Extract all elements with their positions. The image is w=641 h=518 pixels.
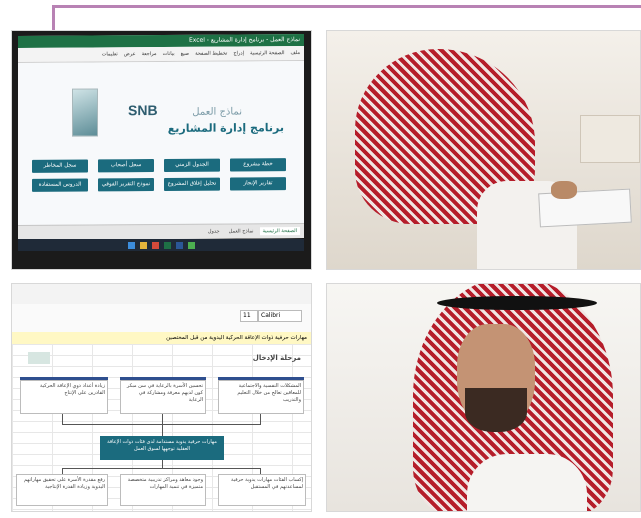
sheet-tab-active[interactable]: الصفحة الرئيسية: [259, 227, 300, 236]
sheet-area: SNB نماذج العمل برنامج إدارة المشاريع خط…: [18, 61, 304, 226]
excel-titlebar: نماذج العمل - برنامج إدارة المشاريع - Ex…: [18, 34, 304, 48]
template-button[interactable]: سجل المخاطر: [32, 159, 88, 173]
sheet-tab[interactable]: نماذج العمل: [226, 227, 257, 235]
font-name-box[interactable]: Calibri: [258, 310, 302, 322]
ribbon-tab[interactable]: تعليمات: [102, 51, 118, 57]
frame-line-left: [52, 5, 55, 31]
diagram-box-top[interactable]: زيادة أعداد ذوي الإعاقة الحركية القادرين…: [20, 380, 108, 414]
taskbar-app-icon[interactable]: [127, 241, 135, 249]
beard: [465, 388, 527, 432]
connector-line: [62, 468, 261, 469]
connector-line: [162, 460, 163, 468]
thobe: [467, 454, 587, 511]
ribbon-tab[interactable]: تخطيط الصفحة: [195, 51, 227, 57]
diagram-box-header: [20, 377, 108, 380]
taskbar-app-icon[interactable]: [187, 241, 195, 249]
ribbon-tab[interactable]: عرض: [124, 51, 136, 57]
excel-toolbar: Calibri 11: [12, 304, 311, 333]
ribbon-tab[interactable]: إدراج: [233, 50, 244, 56]
hand: [551, 181, 577, 199]
excel-ribbon-top: [12, 284, 311, 305]
excel-diagram-screenshot: Calibri 11 مهارات حرفية ذوات الإعاقة الح…: [11, 283, 312, 512]
diagram-box-top[interactable]: تحسين الأسرة بالرعاية في سن مبكر كون لدي…: [120, 380, 206, 414]
diagram-box-bottom[interactable]: رفع مقدرة الأسرة على تحقيق مهاراتهم اليد…: [16, 474, 108, 506]
template-button[interactable]: تحليل إغلاق المشروع: [164, 177, 220, 191]
taskbar-app-icon[interactable]: [163, 241, 171, 249]
sheet-tab[interactable]: جدول: [205, 228, 223, 236]
photo-man-writing: [326, 30, 641, 270]
brand-logo: SNB: [128, 102, 158, 119]
taskbar-app-icon[interactable]: [175, 241, 183, 249]
windows-taskbar: [18, 239, 304, 251]
section-title: مرحلة الإدخال: [252, 354, 301, 362]
diagram-box-top[interactable]: المشكلات النفسية والاجتماعية للمعاقين تع…: [218, 380, 304, 414]
diagram-center-box[interactable]: مهارات حرفية يدوية مستدامة لدى فئات ذوات…: [100, 436, 224, 460]
ribbon-tab[interactable]: بيانات: [163, 51, 175, 57]
agal-headband: [437, 296, 597, 310]
templates-heading-small: نماذج العمل: [192, 106, 242, 118]
taskbar-app-icon[interactable]: [151, 241, 159, 249]
ribbon-tab[interactable]: ملف: [290, 50, 300, 56]
font-size-box[interactable]: 11: [240, 310, 258, 322]
template-button[interactable]: خطة مشروع: [230, 158, 286, 172]
diagram-box-bottom[interactable]: وجود معاهد ومراكز تدريبية متخصصة متميزة …: [120, 474, 206, 506]
connector-line: [162, 414, 163, 436]
template-button[interactable]: الدروس المستفادة: [32, 178, 88, 192]
shelf-item: [580, 115, 640, 163]
photo-laptop-excel-templates: نماذج العمل - برنامج إدارة المشاريع - Ex…: [11, 30, 312, 270]
template-button[interactable]: تقارير الإنجاز: [230, 177, 286, 191]
book-cover-image: [72, 88, 98, 137]
ribbon-tab[interactable]: صيغ: [181, 51, 189, 57]
connector-line: [260, 414, 261, 424]
diagram-box-bottom[interactable]: إكساب الفئات مهارات يدوية حرفية لمساعدته…: [218, 474, 306, 506]
ribbon-tab[interactable]: مراجعة: [142, 51, 157, 57]
template-button[interactable]: سجل أصحاب: [98, 159, 154, 173]
sheet-tabs-bar: الصفحة الرئيسية نماذج العمل جدول: [18, 223, 304, 240]
photo-man-portrait: [326, 283, 641, 512]
ribbon-tab[interactable]: الصفحة الرئيسية: [250, 50, 285, 56]
template-button[interactable]: الجدول الزمني: [164, 158, 220, 172]
frame-line-top: [52, 5, 641, 8]
diagram-box-header: [120, 377, 206, 380]
logo-placeholder: [28, 352, 50, 364]
templates-heading-main: برنامج إدارة المشاريع: [167, 121, 284, 135]
connector-line: [62, 414, 63, 424]
connector-line: [62, 424, 261, 425]
laptop-screen: نماذج العمل - برنامج إدارة المشاريع - Ex…: [18, 34, 304, 240]
template-button[interactable]: نموذج التقرير الفوقي: [98, 178, 154, 192]
diagram-box-header: [218, 377, 304, 380]
taskbar-app-icon[interactable]: [139, 241, 147, 249]
